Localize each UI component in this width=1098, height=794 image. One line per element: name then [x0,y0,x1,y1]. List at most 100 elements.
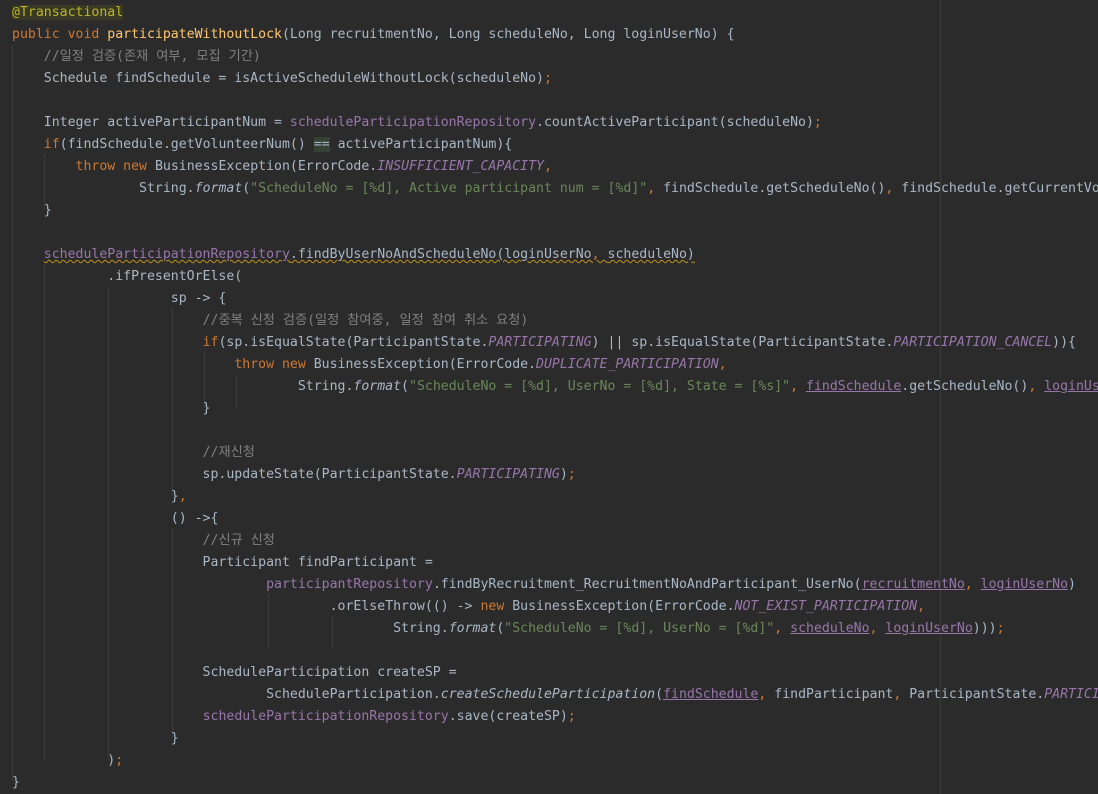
code-token: scheduleParticipationRepository [289,115,537,130]
code-token: findSchedule.getScheduleNo() [663,181,886,196]
code-token: ParticipantState. [909,687,1045,702]
code-line[interactable]: participantRepository.findByRecruitment_… [12,574,1076,596]
code-line[interactable]: ScheduleParticipation createSP = [12,662,457,684]
code-line[interactable]: sp -> { [12,288,227,310]
code-line[interactable]: //중복 신청 검증(일정 참여중, 일정 참여 취소 요청) [12,310,529,332]
code-editor[interactable]: @Transactional public void participateWit… [0,0,1098,794]
code-token: //일정 검증(존재 여부, 모집 기간) [43,49,261,64]
code-token: String. [12,379,354,394]
code-token: findSchedule [663,687,759,702]
code-token: scheduleParticipationRepository [202,709,449,724]
code-line[interactable]: scheduleParticipationRepository.findByUs… [12,244,695,266]
code-token: , [647,181,664,196]
code-token: String. [12,181,195,196]
code-token: recruitmentNo [861,577,965,592]
code-token: format [194,181,243,196]
code-line[interactable]: throw new BusinessException(ErrorCode.DU… [12,354,726,376]
code-token: throw new [75,159,155,174]
code-token: .ifPresentOrElse( [12,269,243,284]
code-line[interactable]: .orElseThrow(() -> new BusinessException… [12,596,926,618]
code-token: PARTICIPATING [456,467,560,482]
code-token: .findByUserNoAndScheduleNo(loginUserNo [289,247,592,262]
code-line[interactable]: Schedule findSchedule = isActiveSchedule… [12,68,552,90]
code-line[interactable]: String.format("ScheduleNo = [%d], Active… [12,178,1098,200]
code-token: if [43,137,60,152]
code-line[interactable]: throw new BusinessException(ErrorCode.IN… [12,156,552,178]
code-token: ; [567,467,576,482]
code-token: ; [996,621,1005,636]
code-token: activeParticipantNum){ [329,137,513,152]
code-token: BusinessException(ErrorCode. [313,357,537,372]
code-line[interactable]: scheduleParticipationRepository.save(cre… [12,706,576,728]
code-line[interactable]: () ->{ [12,508,219,530]
code-line[interactable]: sp.updateState(ParticipantState.PARTICIP… [12,464,576,486]
code-token: , [1028,379,1045,394]
code-token: scheduleNo) [607,247,695,262]
code-token: loginUserNo [1044,379,1098,394]
code-token: .findByRecruitment_RecruitmentNoAndParti… [432,577,862,592]
code-token: .getScheduleNo() [901,379,1029,394]
code-token: Integer activeParticipantNum = [12,115,290,130]
code-line[interactable]: }, [12,486,187,508]
code-token: BusinessException(ErrorCode. [512,599,735,614]
code-token: findSchedule [806,379,902,394]
code-token: loginUserNo [980,577,1069,592]
code-token: sp.updateState(ParticipantState. [12,467,457,482]
code-line[interactable]: //일정 검증(존재 여부, 모집 기간) [12,46,261,68]
code-line[interactable]: } [12,772,20,794]
code-line[interactable]: @Transactional [12,2,124,24]
code-token: NOT_EXIST_PARTICIPATION [734,599,918,614]
code-token: , [774,621,791,636]
code-token: PARTICIPATING [488,335,592,350]
code-token: BusinessException(ErrorCode. [154,159,378,174]
code-line[interactable]: if(findSchedule.getVolunteerNum() == act… [12,134,512,156]
code-line[interactable]: .ifPresentOrElse( [12,266,242,288]
code-line[interactable]: Integer activeParticipantNum = scheduleP… [12,112,822,134]
code-line[interactable]: String.format("ScheduleNo = [%d], UserNo… [12,376,1098,398]
code-token: .save(createSP) [448,709,568,724]
code-token: } [12,731,179,746]
code-token: participantRepository [266,577,433,592]
code-token: , [964,577,981,592]
code-line[interactable]: if(sp.isEqualState(ParticipantState.PART… [12,332,1076,354]
code-token: ScheduleParticipation. [12,687,441,702]
code-token: (Long recruitmentNo, Long scheduleNo, Lo… [281,27,735,42]
code-token: } [12,775,20,790]
code-token: , [758,687,775,702]
code-token: if [202,335,219,350]
code-token: createScheduleParticipation [440,687,656,702]
code-line[interactable]: } [12,728,179,750]
code-token: ) || sp.isEqualState(ParticipantState. [591,335,894,350]
code-token: sp -> { [12,291,227,306]
code-token: ; [115,753,124,768]
code-token: ; [567,709,576,724]
code-token: } [12,203,52,218]
code-token: scheduleParticipationRepository [43,247,290,262]
code-line[interactable]: } [12,200,52,222]
code-line[interactable]: //신규 신청 [12,530,275,552]
code-token: ; [543,71,552,86]
code-token: //신규 신청 [202,533,275,548]
code-token: Participant findParticipant = [12,555,433,570]
code-token: throw new [234,357,314,372]
code-token: String. [12,621,449,636]
code-token: format [448,621,497,636]
code-token: INSUFFICIENT_CAPACITY [377,159,544,174]
code-token: "ScheduleNo = [%d], UserNo = [%d], State… [409,379,791,394]
code-token: public void [12,27,108,42]
code-line[interactable]: public void participateWithoutLock(Long … [12,24,735,46]
code-line[interactable]: Participant findParticipant = [12,552,433,574]
code-line[interactable]: //재신청 [12,442,255,464]
code-line[interactable]: String.format("ScheduleNo = [%d], UserNo… [12,618,1005,640]
code-token: .countActiveParticipant(scheduleNo) [536,115,814,130]
code-token: DUPLICATE_PARTICIPATION [536,357,719,372]
code-line[interactable]: ); [12,750,123,772]
code-line[interactable]: ScheduleParticipation.createSchedulePart… [12,684,1098,706]
code-token: findParticipant [774,687,894,702]
code-line[interactable]: } [12,398,211,420]
